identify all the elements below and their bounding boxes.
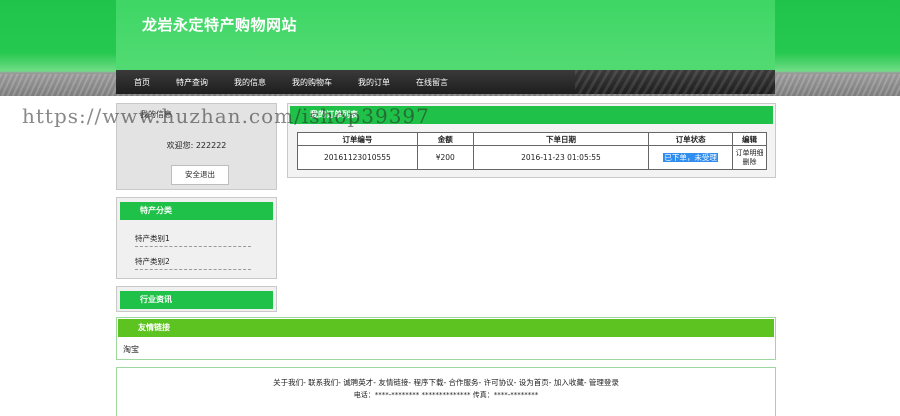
footer-link[interactable]: 合作服务 xyxy=(449,378,479,387)
orders-table: 订单编号 金额 下单日期 订单状态 编辑 20161123010555 ¥200… xyxy=(297,132,767,170)
category-panel: 特产分类 特产类别1 特产类别2 xyxy=(116,197,277,279)
nav-item-my-info[interactable]: 我的信息 xyxy=(234,77,266,88)
order-status: 已下单，未受理 xyxy=(663,153,718,162)
footer-link[interactable]: 加入收藏 xyxy=(554,378,584,387)
news-panel-title: 行业资讯 xyxy=(120,291,273,309)
nav-item-my-orders[interactable]: 我的订单 xyxy=(358,77,390,88)
table-row: 20161123010555 ¥200 2016-11-23 01:05:55 … xyxy=(297,145,767,170)
site-header: 龙岩永定特产购物网站 xyxy=(116,0,775,70)
nav-item-product-search[interactable]: 特产查询 xyxy=(176,77,208,88)
user-panel: 我的信息 欢迎您: 222222 安全退出 xyxy=(116,103,277,190)
footer-links: 关于我们- 联系我们- 诚聘英才- 友情链接- 程序下载- 合作服务- 许可协议… xyxy=(117,377,775,388)
orders-header-row: 订单编号 金额 下单日期 订单状态 编辑 xyxy=(297,132,767,146)
nav-item-message-board[interactable]: 在线留言 xyxy=(416,77,448,88)
order-actions: 订单明细 删除 xyxy=(732,145,767,170)
logout-button[interactable]: 安全退出 xyxy=(171,165,229,185)
column-header-amount: 金额 xyxy=(416,132,474,146)
category-item[interactable]: 特产类别2 xyxy=(135,256,251,270)
footer-link[interactable]: 联系我们 xyxy=(308,378,338,387)
order-delete-link[interactable]: 删除 xyxy=(743,158,757,166)
footer-link[interactable]: 友情链接 xyxy=(378,378,408,387)
column-header-order-no: 订单编号 xyxy=(297,132,418,146)
footer-link[interactable]: 设为首页 xyxy=(519,378,549,387)
footer-link[interactable]: 诚聘英才 xyxy=(343,378,373,387)
category-item[interactable]: 特产类别1 xyxy=(135,233,251,247)
friend-link-item[interactable]: 淘宝 xyxy=(123,344,139,355)
order-number: 20161123010555 xyxy=(297,145,418,170)
order-status-cell: 已下单，未受理 xyxy=(648,145,734,170)
footer: 关于我们- 联系我们- 诚聘英才- 友情链接- 程序下载- 合作服务- 许可协议… xyxy=(116,367,776,416)
orders-panel-title: 我的订单列表 xyxy=(290,106,773,124)
footer-link[interactable]: 许可协议 xyxy=(484,378,514,387)
column-header-date: 下单日期 xyxy=(472,132,650,146)
footer-link[interactable]: 程序下载 xyxy=(413,378,443,387)
user-panel-title: 我的信息 xyxy=(120,108,273,122)
category-panel-title: 特产分类 xyxy=(120,202,273,220)
welcome-text: 欢迎您: 222222 xyxy=(166,141,227,150)
footer-link[interactable]: 管理登录 xyxy=(589,378,619,387)
main-nav: 首页 特产查询 我的信息 我的购物车 我的订单 在线留言 xyxy=(116,70,775,94)
footer-link[interactable]: 关于我们 xyxy=(273,378,303,387)
news-panel: 行业资讯 xyxy=(116,286,277,312)
site-title: 龙岩永定特产购物网站 xyxy=(142,16,298,34)
orders-panel: 我的订单列表 订单编号 金额 下单日期 订单状态 编辑 201611230105… xyxy=(287,103,776,178)
friend-links-title: 友情链接 xyxy=(118,319,774,337)
footer-contact: 电话：****-******** ************** 传真：****-… xyxy=(353,391,539,399)
order-date: 2016-11-23 01:05:55 xyxy=(472,145,650,170)
nav-item-my-cart[interactable]: 我的购物车 xyxy=(292,77,332,88)
order-detail-link[interactable]: 订单明细 xyxy=(736,149,764,157)
nav-item-home[interactable]: 首页 xyxy=(134,77,150,88)
column-header-status: 订单状态 xyxy=(648,132,734,146)
order-amount: ¥200 xyxy=(416,145,474,170)
column-header-edit: 编辑 xyxy=(732,132,767,146)
friend-links-panel: 友情链接 淘宝 xyxy=(116,317,776,360)
